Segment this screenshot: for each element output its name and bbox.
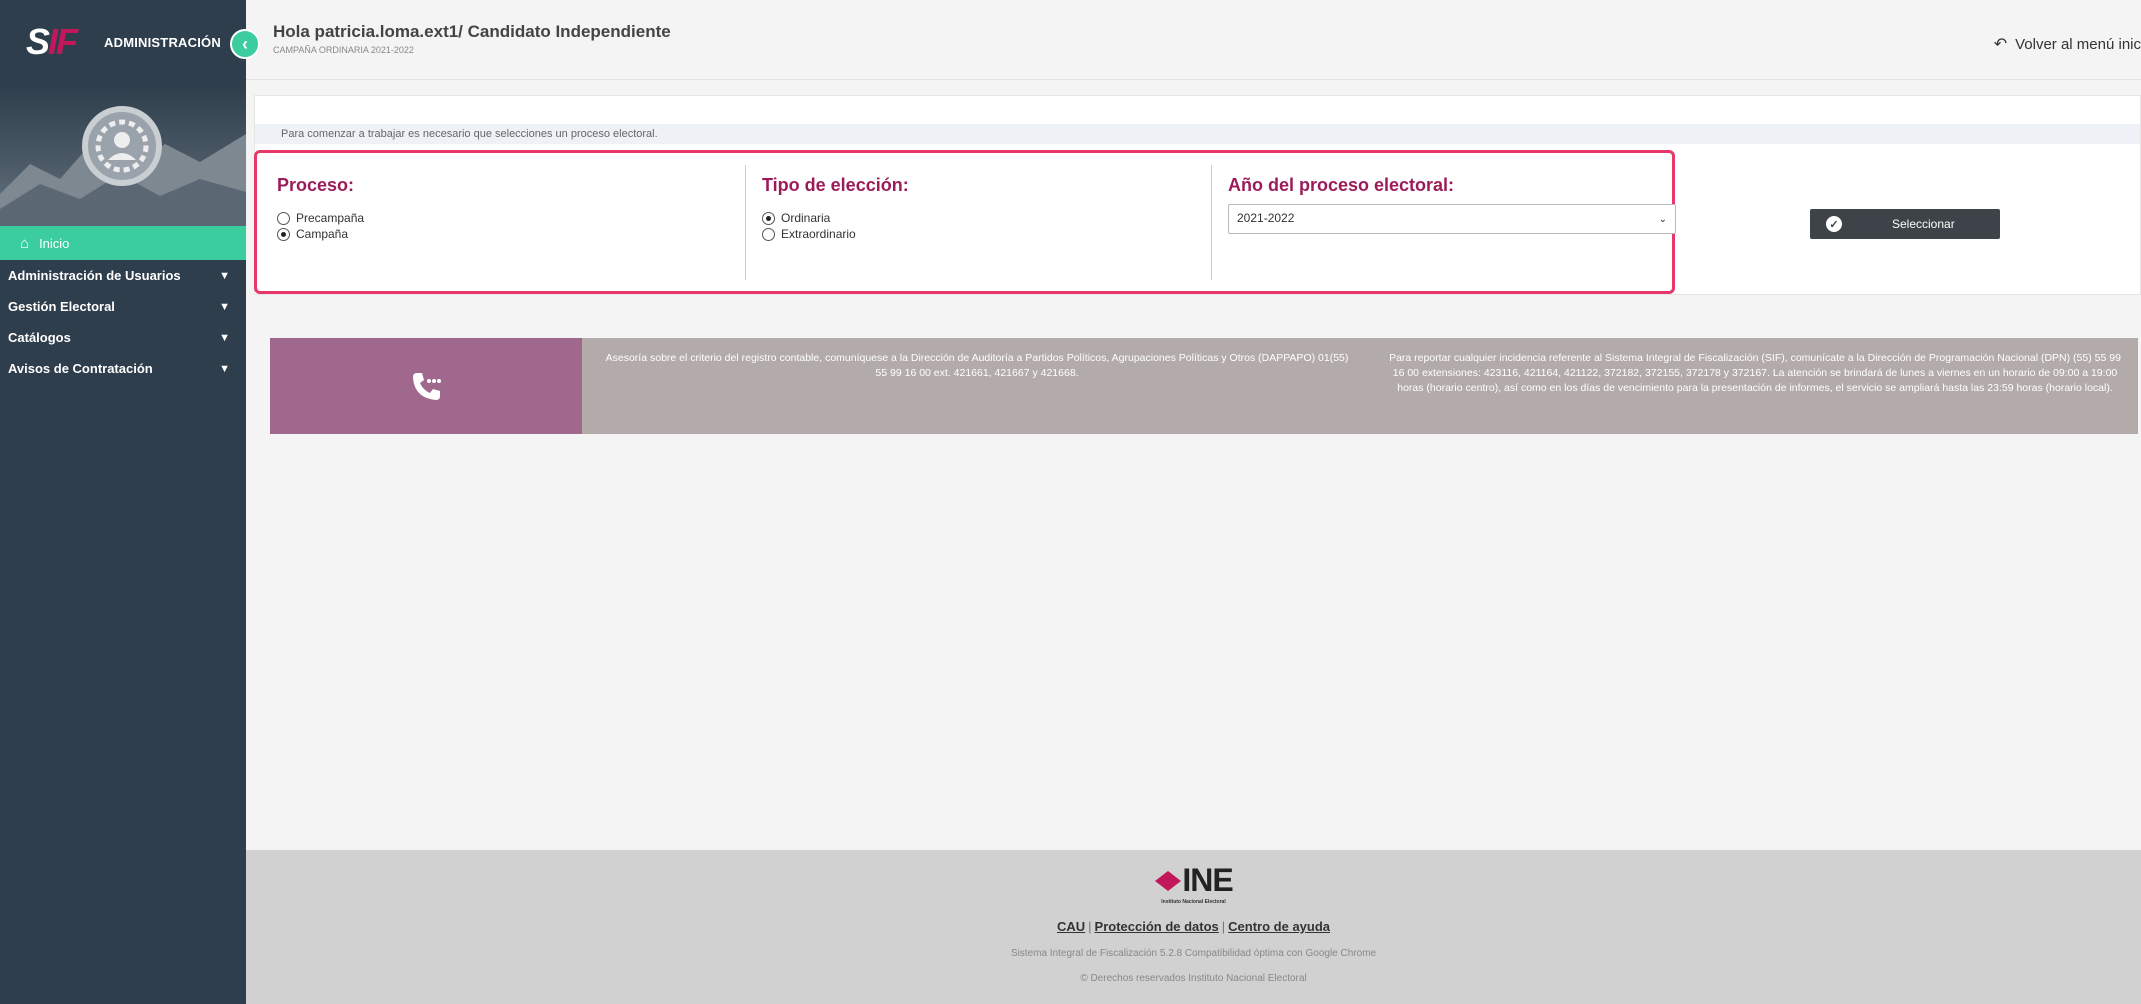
chevron-down-icon: ▼: [219, 331, 230, 344]
ine-diamond-icon: [1155, 870, 1182, 891]
collapse-sidebar-button[interactable]: ‹: [230, 29, 260, 59]
radio-precampana[interactable]: Precampaña: [277, 210, 741, 226]
radio-ordinaria[interactable]: Ordinaria: [762, 210, 1211, 226]
sidebar-item-avisos-contratacion[interactable]: Avisos de Contratación ▼: [0, 353, 246, 384]
footer: INE Instituto Nacional Electoral CAU | Pro…: [246, 850, 2141, 1004]
phone-icon: [413, 373, 441, 400]
process-selection-highlight: Proceso: Precampaña Campaña Tipo de elec…: [254, 150, 1676, 294]
chevron-down-icon: ▼: [219, 362, 230, 375]
anio-proceso-group: Año del proceso electoral: 2021-2022 ⌄: [1211, 165, 1676, 280]
contact-info: Asesoría sobre el criterio del registro …: [582, 338, 2138, 434]
sidebar-item-label: Inicio: [39, 235, 70, 251]
anio-proceso-title: Año del proceso electoral:: [1228, 175, 1455, 195]
check-circle-icon: ✓: [1826, 216, 1842, 232]
sidebar-item-label: Administración de Usuarios: [8, 268, 181, 283]
back-link-label: Volver al menú inic: [2015, 35, 2141, 53]
footer-links: CAU | Protección de datos | Centro de ayuda: [246, 919, 2141, 934]
phone-block: [270, 338, 582, 434]
contact-banner: Asesoría sobre el criterio del registro …: [270, 338, 2138, 434]
anio-select[interactable]: 2021-2022 ⌄: [1228, 204, 1676, 234]
sidebar-item-catalogos[interactable]: Catálogos ▼: [0, 322, 246, 353]
seleccionar-label: Seleccionar: [1892, 217, 1955, 231]
dpn-contact-text: Para reportar cualquier incidencia refer…: [1389, 352, 2121, 394]
user-greeting: Hola patricia.loma.ext1/ Candidato Indep…: [273, 22, 671, 41]
campaign-subtitle: CAMPAÑA ORDINARIA 2021-2022: [273, 45, 414, 55]
system-version-text: Sistema Integral de Fiscalización 5.2.8 …: [1010, 948, 1377, 959]
sidebar-item-label: Avisos de Contratación: [8, 361, 153, 376]
radio-button[interactable]: [277, 211, 290, 225]
cau-link[interactable]: CAU: [1057, 919, 1085, 934]
sidebar: SIF ADMINISTRACIÓN ‹ ⌂ Inicio Administra…: [0, 0, 260, 1004]
brand-title: ADMINISTRACIÓN: [104, 34, 221, 50]
radio-campana[interactable]: Campaña: [277, 226, 741, 242]
ine-logo-text: INE: [1182, 862, 1233, 898]
proceso-group: Proceso: Precampaña Campaña: [261, 165, 741, 280]
tipo-eleccion-title: Tipo de elección:: [762, 175, 909, 195]
brand-bar: SIF ADMINISTRACIÓN ‹: [0, 0, 260, 84]
profile-banner: [0, 84, 246, 226]
sidebar-menu: ⌂ Inicio Administración de Usuarios ▼ Ge…: [0, 226, 246, 384]
copyright-text: © Derechos reservados Instituto Nacional…: [1080, 973, 1307, 984]
radio-button-checked[interactable]: [762, 211, 775, 225]
link-separator: |: [1088, 919, 1092, 934]
sidebar-item-administracion-usuarios[interactable]: Administración de Usuarios ▼: [0, 260, 246, 291]
ine-logo: INE Instituto Nacional Electoral: [1154, 862, 1234, 905]
sidebar-item-gestion-electoral[interactable]: Gestión Electoral ▼: [0, 291, 246, 322]
dappapo-contact-text: Asesoría sobre el criterio del registro …: [605, 352, 1349, 379]
chevron-down-icon: ⌄: [1658, 214, 1667, 225]
user-avatar[interactable]: [82, 106, 162, 186]
user-gear-icon: [95, 119, 149, 173]
tipo-eleccion-group: Tipo de elección: Ordinaria Extraordinar…: [745, 165, 1211, 280]
back-to-menu-link[interactable]: ↶ Volver al menú inic: [1994, 34, 2141, 54]
sidebar-item-label: Catálogos: [8, 330, 71, 345]
chevron-down-icon: ▼: [219, 269, 230, 282]
reply-arrow-icon: ↶: [1993, 36, 2008, 53]
anio-select-value: 2021-2022: [1237, 211, 1295, 225]
chevron-down-icon: ▼: [219, 300, 230, 313]
sidebar-item-inicio[interactable]: ⌂ Inicio: [0, 226, 246, 260]
top-header: Hola patricia.loma.ext1/ Candidato Indep…: [246, 0, 2141, 80]
seleccionar-button[interactable]: ✓ Seleccionar: [1810, 209, 2000, 239]
radio-label: Precampaña: [296, 211, 365, 225]
ine-logo-subtitle: Instituto Nacional Electoral: [1161, 899, 1226, 905]
radio-button[interactable]: [762, 227, 775, 241]
radio-button-checked[interactable]: [277, 227, 290, 241]
sif-logo: SIF: [26, 21, 78, 62]
radio-extraordinario[interactable]: Extraordinario: [762, 226, 1211, 242]
radio-label: Ordinaria: [781, 211, 831, 225]
radio-label: Extraordinario: [781, 227, 856, 241]
centro-ayuda-link[interactable]: Centro de ayuda: [1228, 919, 1330, 934]
panel-instructions: Para comenzar a trabajar es necesario qu…: [255, 124, 2140, 144]
proteccion-datos-link[interactable]: Protección de datos: [1095, 919, 1219, 934]
link-separator: |: [1221, 919, 1226, 934]
radio-label: Campaña: [296, 227, 349, 241]
proceso-title: Proceso:: [277, 175, 355, 195]
home-icon: ⌂: [20, 234, 30, 252]
sidebar-item-label: Gestión Electoral: [8, 299, 115, 314]
chevron-left-icon: ‹: [242, 33, 248, 54]
